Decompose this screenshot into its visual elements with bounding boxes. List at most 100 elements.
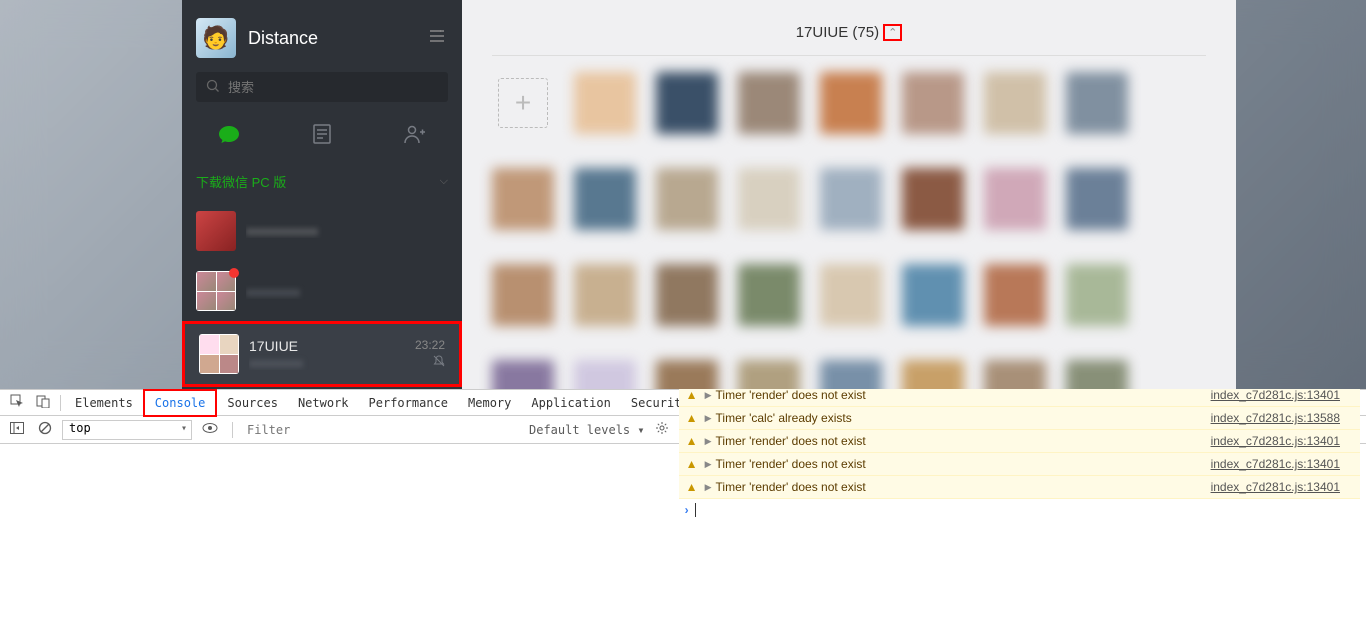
group-member[interactable] (820, 72, 882, 158)
group-member[interactable] (656, 360, 718, 389)
add-member-button[interactable]: + (498, 78, 548, 128)
device-toggle-icon[interactable] (30, 390, 56, 415)
collapse-toggle-icon[interactable]: ⌃ (883, 24, 902, 41)
group-member[interactable] (492, 168, 554, 254)
member-avatar (738, 360, 800, 389)
chat-item[interactable]: xxxxxxxxxxxx (182, 201, 462, 261)
source-link[interactable]: index_c7d281c.js:13588 (1211, 409, 1340, 427)
separator (232, 422, 233, 438)
chat-preview: xxxxxxxxx (249, 356, 415, 370)
console-message: ▲▶Timer 'render' does not existindex_c7d… (679, 453, 1360, 476)
filter-input[interactable] (243, 421, 523, 439)
group-member[interactable] (1066, 264, 1128, 350)
profile-section: 🧑 Distance (182, 0, 462, 72)
log-levels-dropdown[interactable]: Default levels ▾ (529, 423, 645, 437)
chat-avatar (196, 271, 236, 311)
console-prompt[interactable]: › (679, 499, 1360, 521)
group-member[interactable] (820, 264, 882, 350)
search-section (182, 72, 462, 110)
chat-item-17uiue[interactable]: 17UIUE xxxxxxxxx 23:22 (182, 321, 462, 387)
group-member[interactable] (984, 360, 1046, 389)
settings-gear-icon[interactable] (651, 419, 673, 440)
group-member[interactable] (656, 264, 718, 350)
cursor (695, 503, 696, 517)
expand-icon[interactable]: ▶ (705, 432, 712, 450)
sidebar: 🧑 Distance (182, 0, 462, 389)
expand-icon[interactable]: ▶ (705, 478, 712, 496)
group-member[interactable] (820, 360, 882, 389)
group-member[interactable] (656, 72, 718, 158)
member-avatar (902, 72, 964, 134)
prompt-caret-icon: › (685, 503, 689, 517)
member-avatar (984, 360, 1046, 389)
devtools-tab-console[interactable]: Console (143, 389, 218, 417)
hamburger-menu-icon[interactable] (426, 25, 448, 51)
group-member[interactable] (902, 72, 964, 158)
group-member[interactable] (738, 360, 800, 389)
devtools-tab-elements[interactable]: Elements (65, 391, 143, 415)
source-link[interactable]: index_c7d281c.js:13401 (1211, 478, 1340, 496)
main-panel: 17UIUE (75) ⌃ + (462, 0, 1236, 389)
group-member[interactable] (656, 168, 718, 254)
chevron-down-icon: ⌵ (440, 175, 448, 188)
context-selector[interactable]: top (62, 420, 192, 440)
group-member[interactable] (820, 168, 882, 254)
source-link[interactable]: index_c7d281c.js:13401 (1211, 432, 1340, 450)
expand-icon[interactable]: ▶ (705, 409, 712, 427)
download-pc-link[interactable]: 下载微信 PC 版 ⌵ (182, 162, 462, 201)
group-member[interactable] (984, 168, 1046, 254)
console-message: ▲▶Timer 'render' does not existindex_c7d… (679, 476, 1360, 499)
devtools-tab-memory[interactable]: Memory (458, 391, 521, 415)
toggle-sidebar-icon[interactable] (6, 420, 28, 439)
user-avatar[interactable]: 🧑 (196, 18, 236, 58)
devtools-tab-application[interactable]: Application (521, 391, 620, 415)
member-avatar (1066, 360, 1128, 389)
group-member[interactable] (1066, 360, 1128, 389)
group-member[interactable] (902, 264, 964, 350)
member-avatar (492, 360, 554, 389)
group-member[interactable] (738, 264, 800, 350)
expand-icon[interactable]: ▶ (705, 455, 712, 473)
warning-icon: ▲ (685, 457, 699, 471)
search-input[interactable] (228, 80, 438, 95)
group-member[interactable] (492, 264, 554, 350)
group-member[interactable] (574, 264, 636, 350)
console-toolbar: top Default levels ▾ 2▶Timer 'render' do… (0, 416, 1366, 444)
clear-console-icon[interactable] (34, 419, 56, 440)
live-expression-icon[interactable] (198, 420, 222, 439)
search-box[interactable] (196, 72, 448, 102)
group-member[interactable] (492, 360, 554, 389)
member-avatar (492, 168, 554, 230)
contacts-tab-icon[interactable] (403, 122, 427, 146)
reading-tab-icon[interactable] (310, 122, 334, 146)
member-avatar (984, 72, 1046, 134)
group-member[interactable] (574, 360, 636, 389)
source-link[interactable]: index_c7d281c.js:13401 (1211, 455, 1340, 473)
chat-item[interactable]: xxxxxxxxx (182, 261, 462, 321)
chats-tab-icon[interactable] (217, 122, 241, 146)
group-member[interactable] (574, 72, 636, 158)
group-member[interactable] (738, 72, 800, 158)
group-member[interactable] (902, 168, 964, 254)
member-avatar (984, 168, 1046, 230)
chat-item[interactable]: xxxxx (182, 387, 462, 389)
devtools-tab-network[interactable]: Network (288, 391, 359, 415)
member-avatar (820, 168, 882, 230)
devtools-tab-performance[interactable]: Performance (359, 391, 458, 415)
group-member[interactable] (984, 72, 1046, 158)
warning-icon: ▲ (685, 411, 699, 425)
group-member[interactable] (1066, 72, 1128, 158)
devtools-tab-sources[interactable]: Sources (217, 391, 288, 415)
member-avatar (1066, 168, 1128, 230)
member-avatar (820, 360, 882, 389)
group-member[interactable] (902, 360, 964, 389)
warning-icon: ▲ (685, 480, 699, 494)
mute-icon (415, 355, 445, 370)
member-avatar (902, 168, 964, 230)
member-avatar (738, 168, 800, 230)
group-member[interactable] (738, 168, 800, 254)
inspect-element-icon[interactable] (4, 390, 30, 415)
group-member[interactable] (984, 264, 1046, 350)
group-member[interactable] (574, 168, 636, 254)
group-member[interactable] (1066, 168, 1128, 254)
